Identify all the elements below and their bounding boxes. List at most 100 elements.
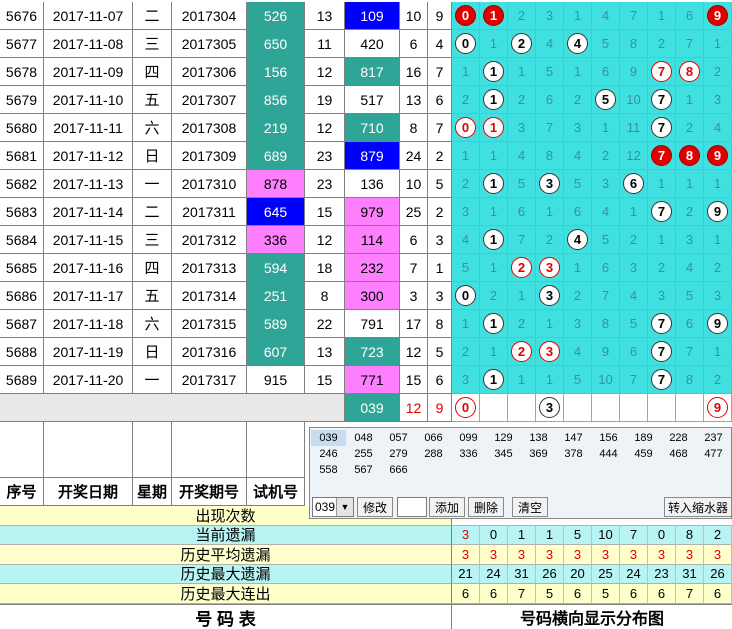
modify-button[interactable]: 修改 bbox=[357, 497, 393, 517]
dist-cell: 9 bbox=[704, 198, 732, 226]
stats-value: 3 bbox=[452, 525, 480, 545]
dist-cell: 1 bbox=[480, 254, 508, 282]
panel-number[interactable]: 567 bbox=[346, 462, 381, 478]
dist-cell: 9 bbox=[704, 142, 732, 170]
panel-number[interactable]: 444 bbox=[591, 446, 626, 462]
stats-value: 5 bbox=[536, 584, 564, 604]
dist-cell: 2 bbox=[452, 86, 480, 114]
row-trial: 915 bbox=[247, 366, 305, 394]
panel-number[interactable]: 468 bbox=[661, 446, 696, 462]
row-issue: 2017309 bbox=[172, 142, 247, 170]
row-week: 三 bbox=[133, 30, 172, 58]
row-trial: 856 bbox=[247, 86, 305, 114]
dist-cell: 7 bbox=[620, 2, 648, 30]
footer-left: 号 码 表 bbox=[0, 604, 452, 629]
white-ball: 1 bbox=[483, 369, 504, 390]
stats-value: 26 bbox=[536, 564, 564, 584]
panel-number[interactable]: 288 bbox=[416, 446, 451, 462]
panel-number[interactable]: 066 bbox=[416, 430, 451, 446]
dist-cell: 3 bbox=[592, 170, 620, 198]
panel-number[interactable]: 129 bbox=[486, 430, 521, 446]
row-issue: 2017316 bbox=[172, 338, 247, 366]
shrink-button[interactable]: 转入缩水器 bbox=[664, 497, 732, 517]
red-ring-ball: 3 bbox=[539, 341, 560, 362]
stats-value: 3 bbox=[508, 545, 536, 565]
panel-number[interactable]: 237 bbox=[696, 430, 731, 446]
red-ring-ball: 0 bbox=[455, 117, 476, 138]
dist-cell: 5 bbox=[452, 254, 480, 282]
row-tail: 9 bbox=[428, 2, 452, 30]
dist-cell: 8 bbox=[620, 30, 648, 58]
stats-value: 1 bbox=[536, 525, 564, 545]
add-button[interactable]: 添加 bbox=[429, 497, 465, 517]
panel-number[interactable]: 336 bbox=[451, 446, 486, 462]
panel-number[interactable]: 279 bbox=[381, 446, 416, 462]
panel-number[interactable]: 558 bbox=[311, 462, 346, 478]
row-date: 2017-11-12 bbox=[44, 142, 133, 170]
dist-cell: 2 bbox=[508, 86, 536, 114]
dist-cell: 4 bbox=[620, 282, 648, 310]
delete-button[interactable]: 删除 bbox=[468, 497, 504, 517]
stats-label: 当前遗漏 bbox=[0, 525, 452, 545]
clear-button[interactable]: 清空 bbox=[512, 497, 548, 517]
stats-value: 31 bbox=[508, 564, 536, 584]
row-issue: 2017317 bbox=[172, 366, 247, 394]
white-ball: 0 bbox=[455, 33, 476, 54]
stats-value: 5 bbox=[592, 584, 620, 604]
row-span: 6 bbox=[400, 226, 428, 254]
dist-cell: 7 bbox=[676, 30, 704, 58]
dist-cell: 4 bbox=[592, 2, 620, 30]
panel-number[interactable]: 255 bbox=[346, 446, 381, 462]
dist-cell: 9 bbox=[704, 310, 732, 338]
dist-cell: 1 bbox=[648, 226, 676, 254]
stats-value: 23 bbox=[648, 564, 676, 584]
dist-cell: 5 bbox=[536, 58, 564, 86]
dist-cell: 1 bbox=[676, 86, 704, 114]
dist-cell: 9 bbox=[704, 2, 732, 30]
dist-cell: 8 bbox=[536, 142, 564, 170]
chevron-down-icon[interactable]: ▼ bbox=[336, 498, 353, 516]
pending-dist-cell bbox=[480, 394, 508, 422]
dist-cell: 2 bbox=[704, 254, 732, 282]
row-issue: 2017315 bbox=[172, 310, 247, 338]
dist-cell: 7 bbox=[648, 338, 676, 366]
row-issue: 2017313 bbox=[172, 254, 247, 282]
white-ball: 1 bbox=[483, 89, 504, 110]
dist-cell: 3 bbox=[564, 310, 592, 338]
panel-number[interactable]: 666 bbox=[381, 462, 416, 478]
panel-number[interactable]: 246 bbox=[311, 446, 346, 462]
panel-number[interactable]: 039 bbox=[311, 430, 346, 446]
row-date: 2017-11-15 bbox=[44, 226, 133, 254]
red-ring-ball: 0 bbox=[455, 397, 476, 418]
row-sum: 11 bbox=[305, 30, 345, 58]
row-value: 517 bbox=[345, 86, 400, 114]
dist-cell: 1 bbox=[564, 254, 592, 282]
panel-number[interactable]: 156 bbox=[591, 430, 626, 446]
panel-number[interactable]: 147 bbox=[556, 430, 591, 446]
panel-number[interactable]: 378 bbox=[556, 446, 591, 462]
row-date: 2017-11-20 bbox=[44, 366, 133, 394]
dist-cell: 1 bbox=[704, 226, 732, 254]
column-header-week: 星期 bbox=[133, 478, 172, 506]
row-date: 2017-11-08 bbox=[44, 30, 133, 58]
panel-number[interactable]: 459 bbox=[626, 446, 661, 462]
panel-number[interactable]: 099 bbox=[451, 430, 486, 446]
row-value: 136 bbox=[345, 170, 400, 198]
panel-number[interactable]: 228 bbox=[661, 430, 696, 446]
stats-value: 20 bbox=[564, 564, 592, 584]
panel-number[interactable]: 477 bbox=[696, 446, 731, 462]
number-input[interactable] bbox=[397, 497, 427, 517]
white-ball: 2 bbox=[511, 33, 532, 54]
row-seq: 5688 bbox=[0, 338, 44, 366]
dist-cell: 9 bbox=[620, 58, 648, 86]
panel-number[interactable]: 048 bbox=[346, 430, 381, 446]
row-issue: 2017304 bbox=[172, 2, 247, 30]
panel-number[interactable]: 369 bbox=[521, 446, 556, 462]
panel-number[interactable]: 345 bbox=[486, 446, 521, 462]
dist-cell: 5 bbox=[592, 30, 620, 58]
dist-cell: 7 bbox=[648, 366, 676, 394]
row-seq: 5677 bbox=[0, 30, 44, 58]
panel-number[interactable]: 189 bbox=[626, 430, 661, 446]
panel-number[interactable]: 057 bbox=[381, 430, 416, 446]
panel-number[interactable]: 138 bbox=[521, 430, 556, 446]
